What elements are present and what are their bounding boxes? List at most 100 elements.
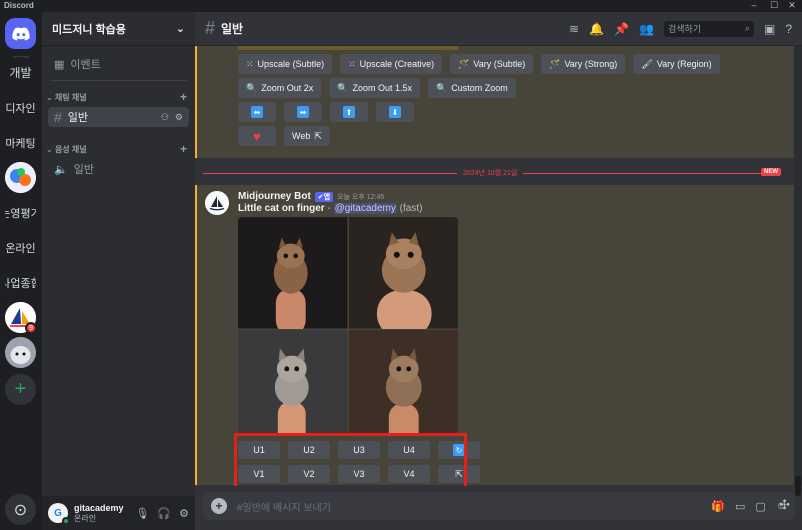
magnifier-icon: 🔍	[337, 82, 349, 93]
discord-logo-icon	[11, 26, 30, 41]
search-placeholder: 검색하기	[667, 24, 702, 34]
server-dev[interactable]: 개발	[5, 57, 36, 88]
inbox-icon[interactable]: ▣	[764, 22, 775, 36]
button-label: Upscale (Subtle)	[257, 59, 325, 69]
channel-label: 일반	[67, 112, 89, 124]
voice-category[interactable]: ⌄ 음성 채널 +	[42, 141, 195, 157]
headphones-icon[interactable]: 🎧	[157, 507, 171, 520]
discord-home-button[interactable]	[5, 18, 36, 49]
main-chat: # 일반 ≋ 🔔 📌 👥 검색하기 ⌕ ▣ ? ⁙ Upscale (Subtle…	[195, 12, 802, 530]
kitten-image-2[interactable]	[348, 217, 458, 337]
user-panel: G gitacademy 온라인 🎙 🎧 ⚙	[42, 496, 195, 530]
chevron-icon: ⌄	[46, 144, 55, 154]
external-link-icon: ⇱	[314, 130, 322, 141]
pan-right-button[interactable]: ➡	[284, 102, 322, 122]
voice-channel-general[interactable]: 🔈 일반	[48, 159, 189, 179]
new-badge: NEW	[761, 168, 781, 176]
image-grid[interactable]	[238, 217, 458, 435]
magic-wand-icon: 🪄	[549, 58, 561, 69]
server-management[interactable]: 는영평가	[5, 197, 36, 228]
gift-icon[interactable]: 🎁	[711, 500, 725, 513]
button-label: Zoom Out 1.5x	[352, 83, 412, 93]
heart-icon: ♥	[253, 128, 261, 144]
vary-region-button[interactable]: 🖌 Vary (Region)	[633, 54, 720, 74]
message-input[interactable]: #일반에 메시지 보내기	[237, 499, 331, 514]
username: gitacademy	[74, 502, 124, 513]
pan-up-button[interactable]: ⬆	[330, 102, 368, 122]
sticker-icon[interactable]: ▢	[755, 500, 765, 513]
speaker-icon: 🔈	[54, 163, 68, 176]
arrow-right-icon: ➡	[297, 106, 309, 118]
calendar-icon: ▦	[54, 58, 65, 71]
channel-header: # 일반 ≋ 🔔 📌 👥 검색하기 ⌕ ▣ ?	[195, 12, 802, 46]
text-category[interactable]: ⌄ 채팅 채널 +	[42, 89, 195, 105]
button-label: Upscale (Creative)	[359, 59, 435, 69]
custom-zoom-button[interactable]: 🔍 Custom Zoom	[428, 78, 516, 98]
close-button[interactable]: ✕	[782, 0, 802, 12]
midjourney-avatar[interactable]	[205, 191, 229, 215]
kitten-image-3[interactable]	[238, 329, 348, 435]
events-item[interactable]: ▦ 이벤트	[48, 54, 189, 74]
web-button[interactable]: Web ⇱	[284, 126, 330, 146]
settings-gear-icon[interactable]: ⚙	[179, 507, 189, 520]
invite-icon[interactable]: ⚇	[161, 112, 169, 123]
server-rail: 개발 디자인 마케팅 는영평가 온라인 사업종합 9 + ⊙	[0, 12, 42, 530]
gif-icon[interactable]: ▭	[735, 500, 745, 513]
message-scrollbar[interactable]	[794, 46, 802, 496]
threads-icon[interactable]: ≋	[569, 22, 579, 36]
highlight-box	[234, 433, 467, 486]
server-cat[interactable]	[5, 337, 36, 368]
search-icon: ⌕	[744, 23, 750, 33]
microphone-icon[interactable]: 🎙	[135, 507, 149, 520]
scrollbar-thumb[interactable]	[795, 476, 801, 496]
add-server-button[interactable]: +	[5, 374, 36, 405]
zoom-out-2x-button[interactable]: 🔍 Zoom Out 2x	[238, 78, 322, 98]
kitten-image-1[interactable]	[238, 217, 348, 335]
help-icon[interactable]: ?	[785, 22, 792, 36]
text-category-label: 채팅 채널	[54, 92, 87, 102]
previous-action-row-4: ♥ Web ⇱	[238, 126, 330, 146]
server-gitacademy[interactable]: 9	[5, 302, 37, 334]
vary-strong-button[interactable]: 🪄 Vary (Strong)	[541, 54, 626, 74]
server-design[interactable]: 디자인	[5, 92, 36, 123]
maximize-button[interactable]: ☐	[764, 0, 784, 12]
bell-icon[interactable]: 🔔	[589, 22, 604, 36]
attach-plus-icon[interactable]: +	[211, 498, 227, 514]
user-mention[interactable]: @gitacademy	[333, 203, 397, 214]
channel-general[interactable]: # 일반 ⚇ ⚙	[48, 107, 189, 127]
favorite-button[interactable]: ♥	[238, 126, 276, 146]
kitten-image-icon	[348, 329, 458, 435]
kitten-image-icon	[348, 217, 458, 337]
previous-message: ⁙ Upscale (Subtle) ⁙ Upscale (Creative) 🪄 V…	[195, 46, 795, 158]
minimize-button[interactable]: –	[744, 0, 764, 12]
prompt-text: Little cat on finger	[238, 203, 325, 214]
server-business[interactable]: 사업종합	[5, 267, 36, 298]
search-input[interactable]: 검색하기 ⌕	[663, 20, 754, 37]
server-online[interactable]: 온라인	[5, 232, 36, 263]
guild-header[interactable]: 미드저니 학습용 ⌄	[42, 12, 195, 46]
settings-gear-icon[interactable]: ⚙	[175, 112, 183, 123]
voice-channel-label: 일반	[73, 164, 94, 176]
app-name: Discord	[4, 1, 34, 10]
apps-icon[interactable]: ✣	[779, 497, 790, 513]
upscale-creative-button[interactable]: ⁙ Upscale (Creative)	[340, 54, 443, 74]
user-avatar[interactable]: G	[48, 503, 70, 525]
message-timestamp: 오늘 오후 12:45	[337, 193, 385, 201]
add-channel-icon[interactable]: +	[180, 142, 187, 156]
zoom-out-1-5x-button[interactable]: 🔍 Zoom Out 1.5x	[329, 78, 420, 98]
pin-icon[interactable]: 📌	[614, 22, 629, 36]
vary-subtle-button[interactable]: 🪄 Vary (Subtle)	[450, 54, 534, 74]
upscale-subtle-button[interactable]: ⁙ Upscale (Subtle)	[238, 54, 333, 74]
server-marketing[interactable]: 마케팅	[5, 127, 36, 158]
pan-left-button[interactable]: ⬅	[238, 102, 276, 122]
kitten-image-4[interactable]	[348, 329, 458, 435]
message-composer: + #일반에 메시지 보내기 🎁 ▭ ▢ ☺	[203, 492, 795, 520]
pan-down-button[interactable]: ⬇	[376, 102, 414, 122]
mode-label: (fast)	[399, 203, 423, 214]
add-channel-icon[interactable]: +	[180, 90, 187, 104]
server-logo[interactable]	[5, 162, 36, 193]
guild-name: 미드저니 학습용	[52, 23, 126, 36]
members-icon[interactable]: 👥	[639, 22, 654, 36]
discover-button[interactable]: ⊙	[5, 494, 36, 525]
author-name[interactable]: Midjourney Bot	[238, 191, 311, 202]
